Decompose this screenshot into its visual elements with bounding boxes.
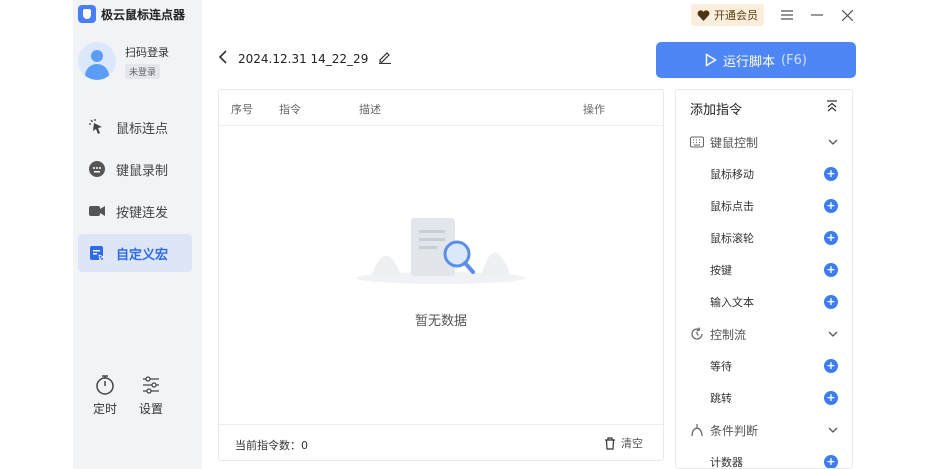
command-label: 鼠标移动 (710, 168, 754, 181)
avatar[interactable] (78, 42, 116, 80)
chevron-down-icon (828, 331, 838, 337)
command-label: 按键 (710, 264, 732, 277)
vip-button[interactable]: 开通会员 (691, 4, 764, 26)
add-icon[interactable]: + (824, 359, 838, 373)
command-label: 鼠标滚轮 (710, 232, 754, 245)
sidebar-item-label: 鼠标连点 (116, 121, 169, 137)
refresh-icon (691, 327, 703, 340)
add-icon[interactable]: + (824, 167, 838, 181)
app-logo: 极云鼠标连点器 (78, 5, 185, 23)
command-item-mouse-wheel[interactable]: 鼠标滚轮 + (676, 222, 852, 254)
col-description: 描述 (359, 103, 381, 116)
group-control-flow[interactable]: 控制流 (676, 318, 852, 350)
stopwatch-icon (96, 375, 114, 395)
video-icon (88, 202, 106, 220)
panel-title: 添加指令 (690, 102, 743, 118)
collapse-all-icon[interactable] (826, 100, 838, 116)
sidebar-item-mouse-click[interactable]: 鼠标连点 (78, 108, 192, 146)
command-label: 跳转 (710, 392, 732, 405)
vip-label: 开通会员 (714, 9, 758, 22)
command-item-mouse-click[interactable]: 鼠标点击 + (676, 190, 852, 222)
login-link[interactable]: 扫码登录 (125, 44, 169, 60)
back-icon[interactable] (218, 50, 228, 67)
command-item-counter[interactable]: 计数器 + (676, 446, 852, 469)
add-icon[interactable]: + (824, 231, 838, 245)
keyboard-icon (690, 136, 704, 148)
command-label: 计数器 (710, 456, 743, 469)
user-login[interactable]: 扫码登录 未登录 (78, 42, 169, 80)
minimize-icon[interactable] (810, 8, 824, 22)
sidebar-item-label: 自定义宏 (116, 247, 169, 263)
add-command-panel: 添加指令 键鼠控制 鼠标移动 + 鼠标点击 + 鼠标滚轮 + 按键 + 输入文本 + (675, 89, 853, 469)
command-table: 序号 指令 描述 操作 暂无数据 当前指令数：0 清空 (218, 89, 664, 461)
group-keyboard-mouse[interactable]: 键鼠控制 (676, 126, 852, 158)
app-window: 极云鼠标连点器 扫码登录 未登录 鼠标连点 键鼠录制 按键连发 自定义宏 定时 … (73, 0, 868, 469)
command-label: 鼠标点击 (710, 200, 754, 213)
trash-icon (605, 436, 615, 450)
file-name: 2024.12.31 14_22_29 (238, 51, 369, 66)
app-logo-icon (78, 5, 96, 23)
empty-state: 暂无数据 (219, 210, 663, 329)
command-item-wait[interactable]: 等待 + (676, 350, 852, 382)
macro-icon (88, 244, 106, 262)
run-hotkey: (F6) (781, 52, 807, 68)
add-icon[interactable]: + (824, 295, 838, 309)
chevron-down-icon (828, 427, 838, 433)
sliders-icon (143, 376, 160, 394)
branch-icon (691, 424, 703, 437)
menu-icon[interactable] (780, 8, 794, 22)
col-command: 指令 (279, 103, 301, 116)
add-icon[interactable]: + (824, 455, 838, 468)
command-label: 输入文本 (710, 296, 754, 309)
table-header: 序号 指令 描述 操作 (219, 90, 663, 126)
run-script-label: 运行脚本 (723, 54, 776, 70)
settings-button[interactable]: 设置 (139, 374, 163, 417)
heart-icon (697, 9, 710, 21)
timer-button[interactable]: 定时 (93, 374, 117, 417)
command-item-mouse-move[interactable]: 鼠标移动 + (676, 158, 852, 190)
sidebar: 极云鼠标连点器 扫码登录 未登录 鼠标连点 键鼠录制 按键连发 自定义宏 定时 … (73, 0, 202, 469)
add-icon[interactable]: + (824, 391, 838, 405)
main-area: 开通会员 2024.12.31 14_22_29 运行脚本 (F6) 序号 指令… (202, 0, 868, 469)
sidebar-item-label: 键鼠录制 (116, 163, 169, 179)
clear-label: 清空 (621, 437, 643, 450)
command-item-key[interactable]: 按键 + (676, 254, 852, 286)
sidebar-item-label: 按键连发 (116, 205, 169, 221)
group-label: 键鼠控制 (710, 135, 759, 150)
record-icon (88, 160, 106, 178)
clear-button[interactable]: 清空 (604, 435, 643, 451)
sidebar-item-custom-macro[interactable]: 自定义宏 (78, 234, 192, 272)
command-count: 当前指令数：0 (235, 439, 308, 452)
command-label: 等待 (710, 360, 732, 373)
chevron-down-icon (828, 139, 838, 145)
empty-text: 暂无数据 (414, 314, 467, 329)
sidebar-nav: 鼠标连点 键鼠录制 按键连发 自定义宏 (78, 108, 192, 276)
close-icon[interactable] (840, 8, 854, 22)
add-icon[interactable]: + (824, 263, 838, 277)
sidebar-item-record[interactable]: 键鼠录制 (78, 150, 192, 188)
command-item-input-text[interactable]: 输入文本 + (676, 286, 852, 318)
timer-label: 定时 (93, 402, 118, 416)
add-icon[interactable]: + (824, 199, 838, 213)
app-title: 极云鼠标连点器 (101, 7, 186, 22)
run-script-button[interactable]: 运行脚本 (F6) (656, 42, 856, 78)
group-condition[interactable]: 条件判断 (676, 414, 852, 446)
settings-label: 设置 (139, 402, 164, 416)
command-item-jump[interactable]: 跳转 + (676, 382, 852, 414)
col-index: 序号 (231, 103, 253, 116)
cursor-click-icon (88, 118, 106, 136)
group-label: 控制流 (710, 327, 747, 342)
empty-document-icon (356, 218, 526, 284)
edit-icon[interactable] (378, 50, 392, 67)
play-icon (705, 53, 717, 67)
col-actions: 操作 (583, 103, 605, 116)
login-status-badge: 未登录 (125, 63, 161, 79)
sidebar-item-key-repeat[interactable]: 按键连发 (78, 192, 192, 230)
group-label: 条件判断 (710, 423, 759, 438)
table-footer: 当前指令数：0 清空 (219, 424, 663, 460)
